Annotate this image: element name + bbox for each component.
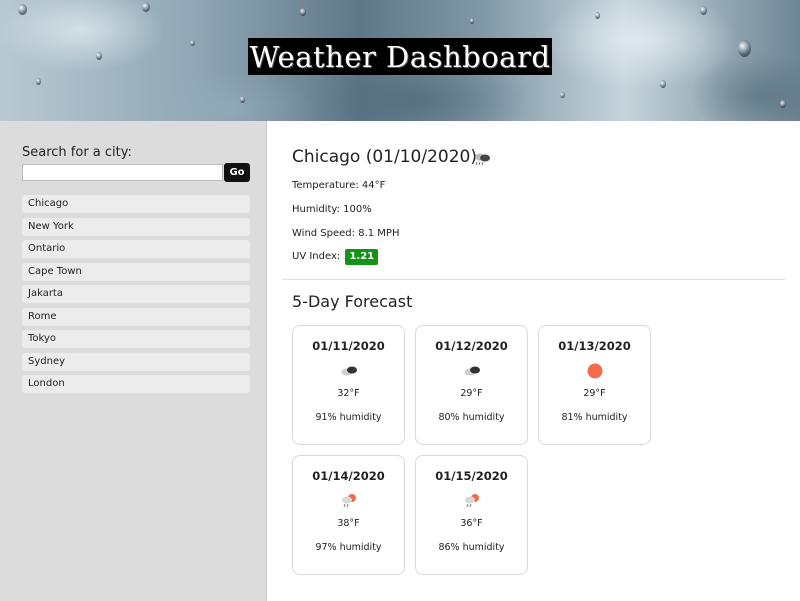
city-item-jakarta[interactable]: Jakarta — [22, 285, 250, 303]
broken-clouds-icon — [464, 366, 480, 376]
city-item-ontario[interactable]: Ontario — [22, 240, 250, 258]
rain-cloud-icon — [475, 153, 490, 166]
forecast-temp: 36°F — [460, 518, 483, 529]
city-item-rome[interactable]: Rome — [22, 307, 250, 326]
forecast-temp: 32°F — [337, 388, 360, 399]
forecast-date: 01/13/2020 — [558, 339, 631, 353]
forecast-card: 01/15/2020 36°F 86% humidity — [415, 455, 528, 575]
raindrop — [470, 18, 474, 24]
forecast-title: 5-Day Forecast — [292, 292, 413, 311]
city-history-list: Chicago New York Ontario Cape Town Jakar… — [22, 195, 250, 398]
raindrop — [660, 80, 666, 88]
forecast-humidity: 91% humidity — [315, 412, 382, 423]
raindrop — [18, 4, 27, 15]
go-button[interactable]: Go — [224, 163, 250, 182]
current-uv-row: UV Index: 1.21 — [292, 249, 379, 265]
raindrop — [96, 52, 102, 60]
current-wind-speed: Wind Speed: 8.1 MPH — [292, 228, 400, 239]
forecast-temp: 29°F — [583, 388, 606, 399]
city-item-tokyo[interactable]: Tokyo — [22, 330, 250, 348]
forecast-temp: 38°F — [337, 518, 360, 529]
sidebar: Search for a city: Go Chicago New York O… — [0, 121, 267, 601]
forecast-humidity: 81% humidity — [561, 412, 628, 423]
uv-index-badge: 1.21 — [345, 249, 379, 265]
uv-label: UV Index: — [292, 251, 341, 262]
forecast-date: 01/15/2020 — [435, 469, 508, 483]
forecast-humidity: 97% humidity — [315, 542, 382, 553]
title-box: Weather Dashboard — [248, 38, 552, 75]
main-content: Chicago (01/10/2020) Temperature: 44°F H… — [268, 121, 800, 601]
current-city-heading: Chicago (01/10/2020) — [292, 147, 477, 167]
city-item-sydney[interactable]: Sydney — [22, 352, 250, 371]
forecast-temp: 29°F — [460, 388, 483, 399]
forecast-card: 01/12/2020 29°F 80% humidity — [415, 325, 528, 445]
header-banner: Weather Dashboard — [0, 0, 800, 121]
forecast-card: 01/11/2020 32°F 91% humidity — [292, 325, 405, 445]
sun-icon — [587, 363, 603, 379]
sun-rain-icon — [342, 494, 356, 508]
city-item-chicago[interactable]: Chicago — [22, 195, 250, 213]
forecast-date: 01/11/2020 — [312, 339, 385, 353]
divider — [282, 279, 785, 280]
raindrop — [36, 78, 41, 85]
forecast-date: 01/14/2020 — [312, 469, 385, 483]
city-item-cape-town[interactable]: Cape Town — [22, 262, 250, 281]
current-humidity: Humidity: 100% — [292, 204, 372, 215]
page-title: Weather Dashboard — [249, 39, 551, 74]
city-search-input[interactable] — [22, 164, 223, 181]
raindrop — [560, 92, 565, 98]
raindrop — [738, 40, 751, 57]
raindrop — [142, 2, 150, 12]
forecast-date: 01/12/2020 — [435, 339, 508, 353]
raindrop — [240, 96, 245, 103]
forecast-humidity: 80% humidity — [438, 412, 505, 423]
search-label: Search for a city: — [22, 145, 132, 160]
raindrop — [300, 8, 306, 16]
city-item-new-york[interactable]: New York — [22, 217, 250, 236]
raindrop — [190, 40, 195, 46]
forecast-card: 01/13/2020 29°F 81% humidity — [538, 325, 651, 445]
raindrop — [700, 6, 707, 15]
sun-rain-icon — [465, 494, 479, 508]
current-temperature: Temperature: 44°F — [292, 180, 386, 191]
broken-clouds-icon — [341, 366, 357, 376]
raindrop — [595, 12, 600, 19]
forecast-humidity: 86% humidity — [438, 542, 505, 553]
raindrop — [780, 100, 786, 108]
city-item-london[interactable]: London — [22, 375, 250, 393]
forecast-card: 01/14/2020 38°F 97% humidity — [292, 455, 405, 575]
